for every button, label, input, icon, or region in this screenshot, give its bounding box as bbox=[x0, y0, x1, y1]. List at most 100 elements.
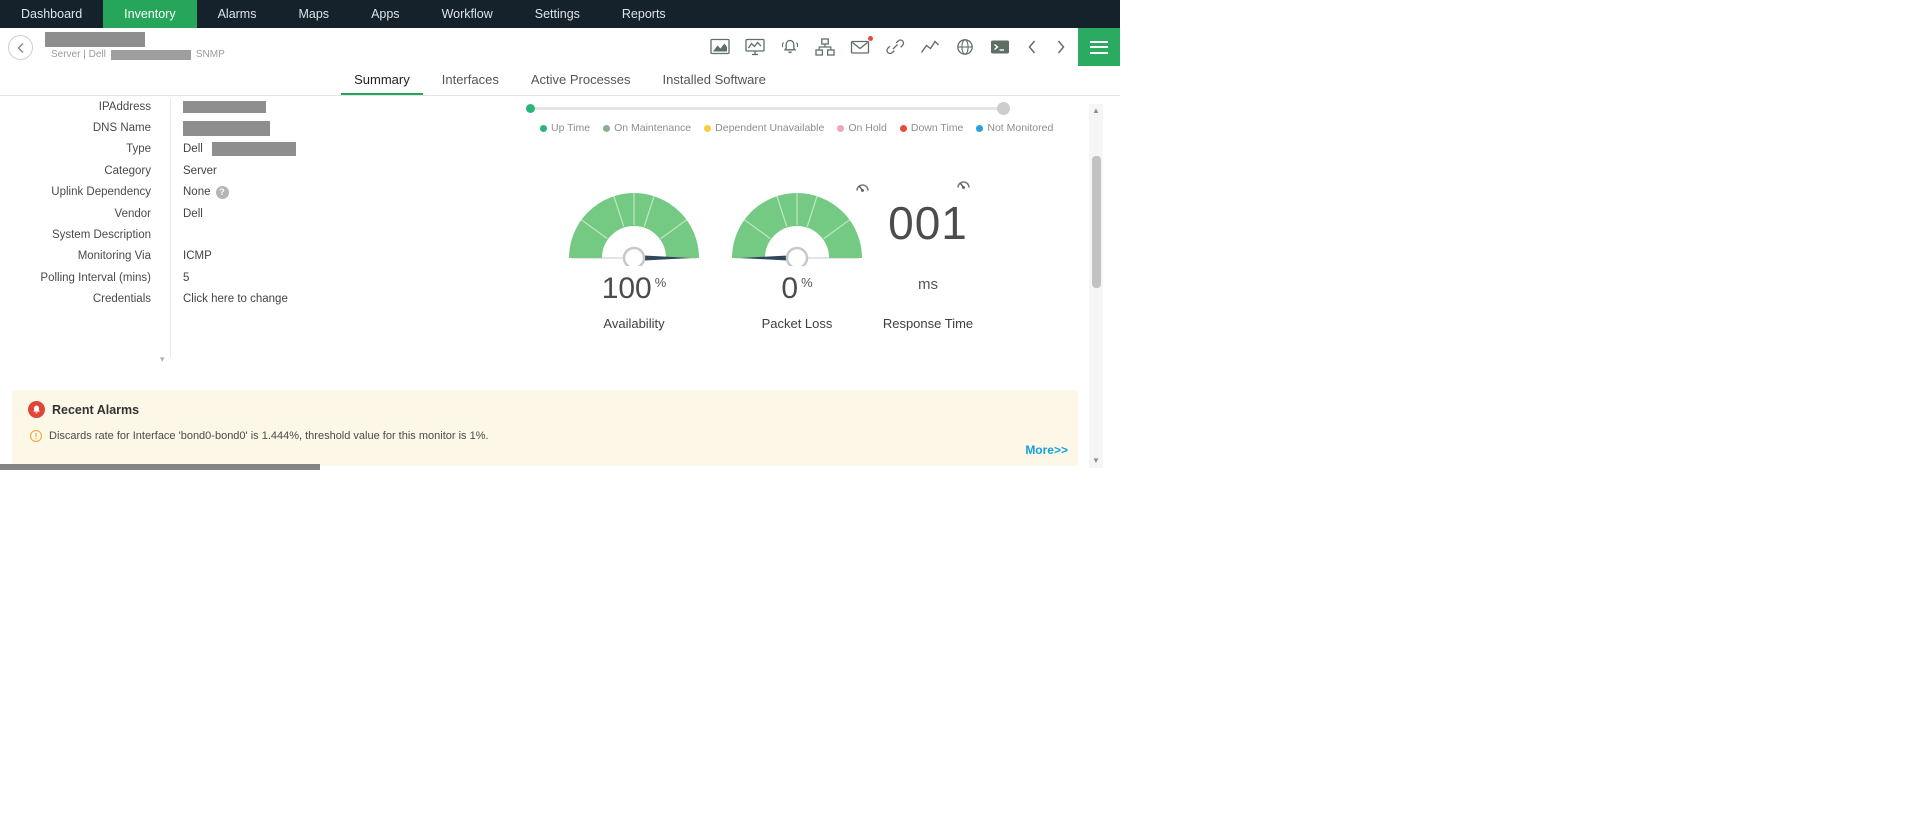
legend-item-on-hold: On Hold bbox=[837, 122, 887, 134]
availability-gauge: 100% Availability bbox=[554, 182, 714, 334]
recent-alarms-panel: Recent Alarms ! Discards rate for Interf… bbox=[12, 390, 1078, 466]
detail-label: Vendor bbox=[0, 208, 151, 220]
mail-icon[interactable] bbox=[850, 38, 870, 56]
device-protocol-text: SNMP bbox=[196, 49, 225, 60]
area-chart-icon[interactable] bbox=[710, 38, 730, 56]
legend-item-not-monitored: Not Monitored bbox=[976, 122, 1053, 134]
detail-label: Category bbox=[0, 165, 151, 177]
help-icon[interactable]: ? bbox=[216, 186, 229, 199]
availability-value: 100% bbox=[554, 272, 714, 306]
detail-row-ipaddress: IPAddress bbox=[0, 96, 380, 117]
vertical-scrollbar-thumb[interactable] bbox=[1092, 156, 1101, 288]
topology-icon[interactable] bbox=[815, 38, 835, 56]
trend-line-icon[interactable] bbox=[920, 38, 940, 56]
timeline-end-handle[interactable] bbox=[997, 102, 1010, 115]
horizontal-scrollbar-thumb[interactable] bbox=[0, 464, 320, 470]
detail-label: Polling Interval (mins) bbox=[0, 272, 151, 284]
detail-row-type: Type Dell bbox=[0, 139, 380, 160]
detail-label: System Description bbox=[0, 229, 151, 241]
alarm-bell-icon[interactable] bbox=[780, 38, 800, 56]
recent-alarms-header: Recent Alarms bbox=[28, 401, 139, 418]
console-icon[interactable] bbox=[990, 38, 1010, 56]
detail-label: Uplink Dependency bbox=[0, 186, 151, 198]
detail-row-system-description: System Description bbox=[0, 224, 380, 245]
detail-value: None bbox=[183, 186, 211, 198]
alarm-message: Discards rate for Interface 'bond0-bond0… bbox=[49, 430, 489, 442]
legend-dot bbox=[976, 125, 983, 132]
detail-label: Type bbox=[0, 143, 151, 155]
detail-row-dns-name: DNS Name bbox=[0, 117, 380, 138]
vertical-scrollbar[interactable]: ▲ ▼ bbox=[1089, 104, 1103, 468]
status-timeline-track[interactable] bbox=[530, 107, 1004, 110]
nav-maps[interactable]: Maps bbox=[277, 0, 350, 28]
gauge-hub bbox=[624, 248, 644, 266]
legend-item-down-time: Down Time bbox=[900, 122, 964, 134]
detail-row-uplink-dependency: Uplink Dependency None? bbox=[0, 182, 380, 203]
device-header: Server | Dell SNMP bbox=[0, 28, 1120, 66]
hamburger-bar bbox=[1090, 41, 1108, 43]
tab-summary[interactable]: Summary bbox=[341, 66, 423, 95]
gauge-hub bbox=[787, 248, 807, 266]
nav-settings[interactable]: Settings bbox=[514, 0, 601, 28]
details-divider bbox=[170, 98, 171, 358]
nav-dashboard[interactable]: Dashboard bbox=[0, 0, 103, 28]
nav-inventory[interactable]: Inventory bbox=[103, 0, 196, 28]
detail-value: Server bbox=[183, 165, 217, 177]
credentials-change-link[interactable]: Click here to change bbox=[183, 293, 288, 305]
tab-interfaces[interactable]: Interfaces bbox=[429, 66, 512, 95]
alarms-more-link[interactable]: More>> bbox=[1025, 443, 1068, 457]
detail-row-vendor: Vendor Dell bbox=[0, 203, 380, 224]
legend-label: Not Monitored bbox=[987, 122, 1053, 134]
link-icon[interactable] bbox=[885, 38, 905, 56]
redacted-type-value bbox=[212, 142, 296, 156]
tab-active-processes[interactable]: Active Processes bbox=[518, 66, 644, 95]
legend-item-on-maintenance: On Maintenance bbox=[603, 122, 691, 134]
device-details-panel: IPAddress DNS Name Type Dell Category Se… bbox=[0, 96, 380, 310]
hamburger-bar bbox=[1090, 46, 1108, 48]
response-time-widget: 001 ms Response Time bbox=[848, 182, 1008, 334]
legend-dot bbox=[540, 125, 547, 132]
back-button[interactable] bbox=[8, 35, 33, 60]
summary-content: IPAddress DNS Name Type Dell Category Se… bbox=[0, 96, 1120, 471]
previous-device-icon[interactable] bbox=[1025, 37, 1039, 57]
nav-apps[interactable]: Apps bbox=[350, 0, 421, 28]
nav-reports[interactable]: Reports bbox=[601, 0, 687, 28]
detail-row-category: Category Server bbox=[0, 160, 380, 181]
warning-icon: ! bbox=[30, 430, 42, 442]
detail-label: Credentials bbox=[0, 293, 151, 305]
device-subtitle: Server | Dell SNMP bbox=[51, 49, 225, 60]
detail-value: 5 bbox=[183, 272, 189, 284]
detail-row-credentials: Credentials Click here to change bbox=[0, 289, 380, 310]
performance-monitor-icon[interactable] bbox=[745, 38, 765, 56]
detail-value: Dell bbox=[183, 143, 203, 155]
nav-alarms[interactable]: Alarms bbox=[197, 0, 278, 28]
legend-dot bbox=[603, 125, 610, 132]
legend-dot bbox=[837, 125, 844, 132]
next-device-icon[interactable] bbox=[1054, 37, 1068, 57]
legend-label: Down Time bbox=[911, 122, 964, 134]
collapse-details-icon[interactable]: ▾ bbox=[160, 354, 165, 365]
recent-alarms-title: Recent Alarms bbox=[52, 403, 139, 417]
legend-label: Up Time bbox=[551, 122, 590, 134]
scroll-up-arrow[interactable]: ▲ bbox=[1089, 106, 1103, 116]
gauge-chart bbox=[727, 186, 867, 266]
hamburger-menu-button[interactable] bbox=[1078, 28, 1120, 66]
redacted-dns-value bbox=[183, 121, 270, 136]
response-time-value: 001 bbox=[848, 196, 1008, 250]
legend-item-up-time: Up Time bbox=[540, 122, 590, 134]
mini-gauge-icon[interactable] bbox=[956, 177, 971, 195]
tab-installed-software[interactable]: Installed Software bbox=[650, 66, 779, 95]
scroll-down-arrow[interactable]: ▼ bbox=[1089, 456, 1103, 466]
legend-label: On Hold bbox=[848, 122, 887, 134]
detail-value: Dell bbox=[183, 208, 203, 220]
chevron-left-icon bbox=[16, 42, 26, 54]
status-legend: Up Time On Maintenance Dependent Unavail… bbox=[540, 122, 1053, 134]
detail-label: Monitoring Via bbox=[0, 250, 151, 262]
hamburger-bar bbox=[1090, 52, 1108, 54]
globe-icon[interactable] bbox=[955, 38, 975, 56]
timeline-start-handle[interactable] bbox=[526, 104, 535, 113]
header-icon-toolbar bbox=[710, 28, 1068, 66]
alarm-bell-badge-icon bbox=[28, 401, 45, 418]
nav-workflow[interactable]: Workflow bbox=[421, 0, 514, 28]
gauge-chart bbox=[564, 186, 704, 266]
